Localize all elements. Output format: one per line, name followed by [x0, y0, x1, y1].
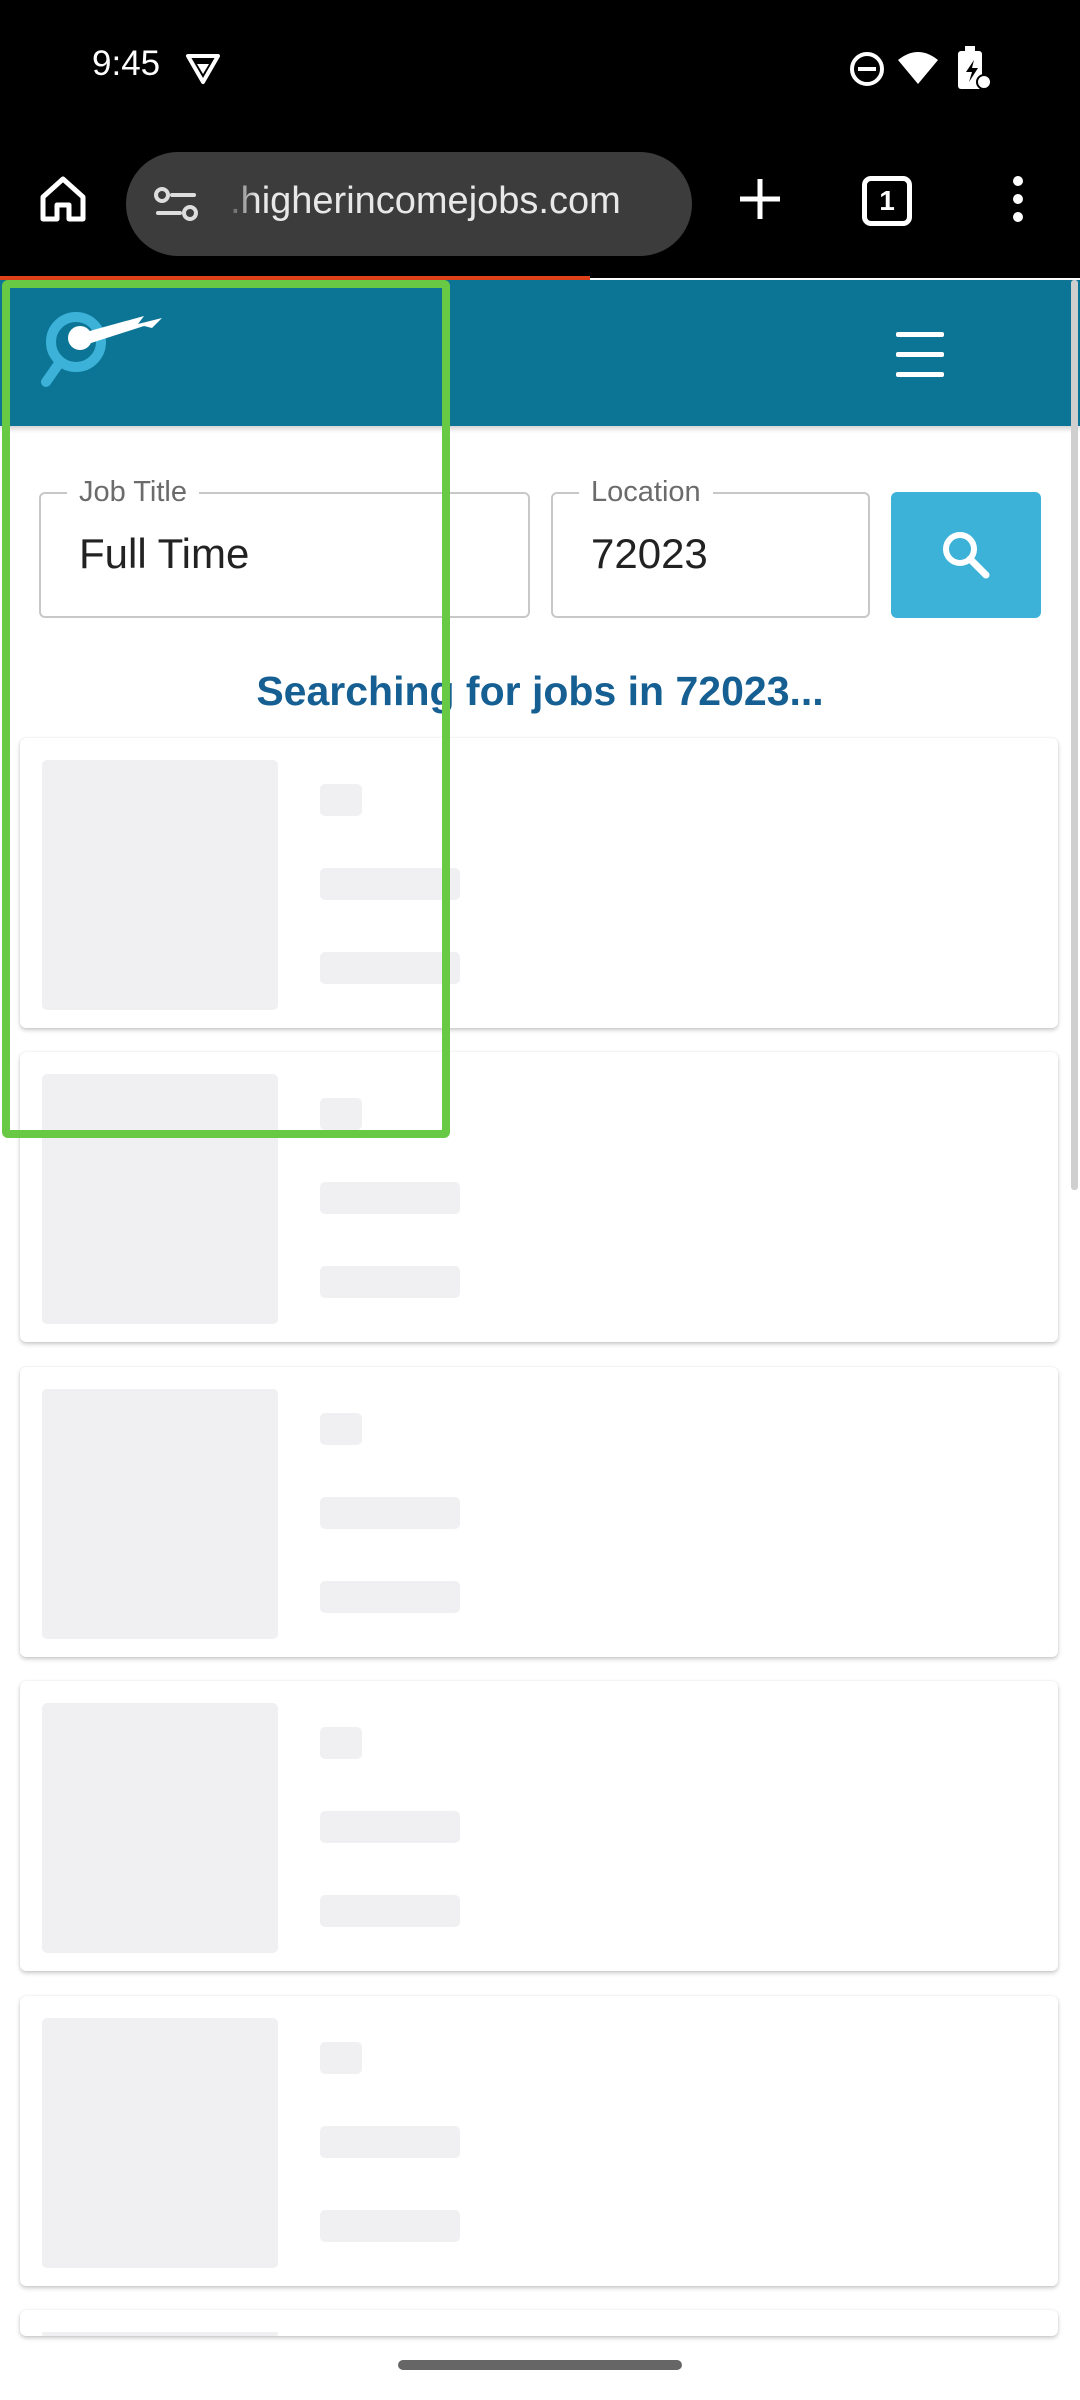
url-bar[interactable]: .higherincomejobs.com	[126, 152, 692, 256]
job-card-skeleton	[20, 2310, 1058, 2336]
home-button[interactable]	[30, 166, 96, 232]
home-icon	[40, 176, 86, 222]
battery-icon	[954, 46, 992, 97]
hamburger-line	[896, 372, 944, 377]
gesture-home-indicator[interactable]	[398, 2360, 682, 2370]
location-value: 72023	[591, 530, 708, 577]
browser-toolbar: .higherincomejobs.com 1	[0, 140, 1080, 278]
site-settings-icon[interactable]	[146, 178, 206, 230]
skeleton-line	[320, 1413, 362, 1445]
job-card-skeleton	[20, 1996, 1058, 2286]
skeleton-line	[320, 1811, 460, 1843]
new-tab-button[interactable]	[724, 166, 796, 232]
skeleton-line	[320, 2042, 362, 2074]
plus-icon	[740, 179, 780, 219]
url-text: .higherincomejobs.com	[230, 180, 621, 222]
highlight-box	[2, 280, 450, 1138]
page-scrollbar[interactable]	[1071, 280, 1078, 1190]
location-field[interactable]: Location 72023	[551, 476, 870, 618]
do-not-disturb-icon	[848, 50, 886, 93]
vpn-icon	[184, 50, 222, 91]
tab-count: 1	[879, 185, 895, 216]
search-icon	[943, 532, 990, 579]
hamburger-line	[896, 352, 944, 357]
skeleton-line	[320, 1182, 460, 1214]
skeleton-image	[42, 2018, 278, 2268]
url-fade	[224, 180, 258, 228]
skeleton-line	[320, 1581, 460, 1613]
location-label: Location	[579, 476, 713, 509]
job-card-skeleton	[20, 1367, 1058, 1657]
hamburger-menu-button[interactable]	[890, 330, 954, 380]
skeleton-line	[320, 1497, 460, 1529]
skeleton-line	[320, 1895, 460, 1927]
search-button[interactable]	[891, 492, 1041, 618]
browser-menu-button[interactable]	[1000, 166, 1036, 232]
status-time: 9:45	[92, 44, 161, 83]
skeleton-line	[320, 2210, 460, 2242]
skeleton-image	[42, 1389, 278, 1639]
status-bar: 9:45	[0, 0, 1080, 140]
skeleton-line	[320, 2126, 460, 2158]
wifi-icon	[896, 50, 940, 91]
skeleton-line	[320, 1266, 460, 1298]
more-vert-icon	[1013, 176, 1023, 222]
skeleton-line	[320, 1727, 362, 1759]
job-card-skeleton	[20, 1681, 1058, 1971]
hamburger-menu-icon	[896, 332, 944, 337]
skeleton-image	[42, 1703, 278, 1953]
tab-switcher-button[interactable]: 1	[862, 176, 912, 226]
skeleton-image	[42, 2332, 278, 2336]
